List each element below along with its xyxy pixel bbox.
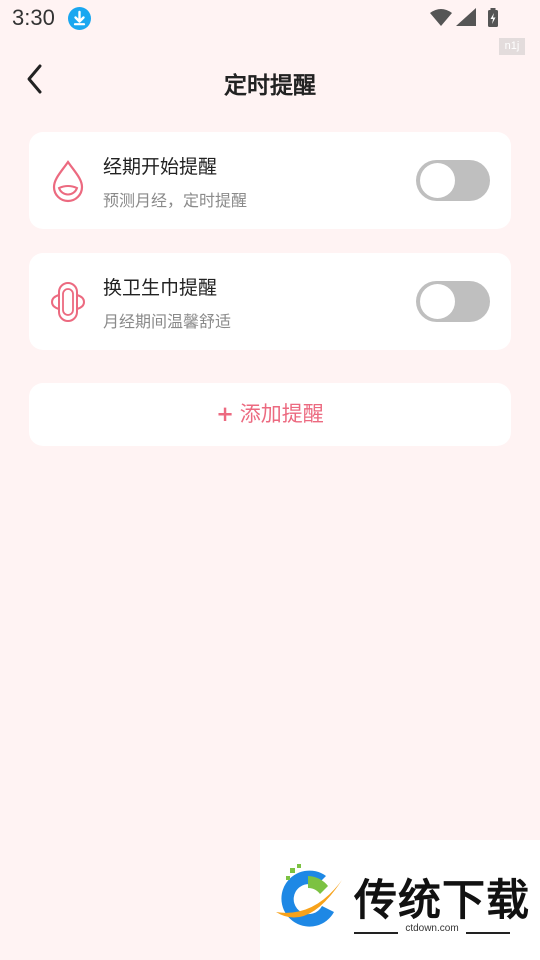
watermark: 传统下载 ctdown.com [260, 840, 540, 960]
sanitary-pad-icon [49, 280, 87, 324]
reminder-toggle-pad-change[interactable] [416, 281, 490, 322]
header: 定时提醒 [0, 52, 540, 108]
reminder-title: 经期开始提醒 [103, 156, 218, 178]
watermark-line-left [354, 932, 398, 934]
watermark-url: ctdown.com [405, 923, 459, 934]
toggle-knob [420, 163, 455, 198]
add-reminder-button[interactable]: + 添加提醒 [29, 383, 511, 446]
watermark-title: 传统下载 [354, 876, 530, 926]
reminder-card-pad-change: 换卫生巾提醒 月经期间温馨舒适 [29, 253, 511, 350]
reminder-toggle-period-start[interactable] [416, 160, 490, 201]
add-reminder-label: 添加提醒 [239, 402, 324, 426]
reminder-title: 换卫生巾提醒 [103, 277, 218, 299]
signal-icon [456, 8, 476, 26]
toggle-knob [420, 284, 455, 319]
reminder-card-period-start: 经期开始提醒 预测月经，定时提醒 [29, 132, 511, 229]
watermark-line-right [466, 932, 510, 934]
plus-icon: + [216, 402, 234, 426]
reminder-subtitle: 月经期间温馨舒适 [103, 312, 232, 331]
status-icons [430, 8, 500, 28]
page-title: 定时提醒 [224, 73, 316, 99]
download-icon [68, 7, 91, 30]
reminder-subtitle: 预测月经，定时提醒 [103, 191, 248, 210]
site-logo-icon [268, 862, 346, 938]
wifi-icon [430, 8, 498, 27]
status-time: 3:30 [12, 5, 55, 30]
drop-icon [49, 159, 87, 203]
status-bar: 3:30 n1j [0, 0, 540, 55]
